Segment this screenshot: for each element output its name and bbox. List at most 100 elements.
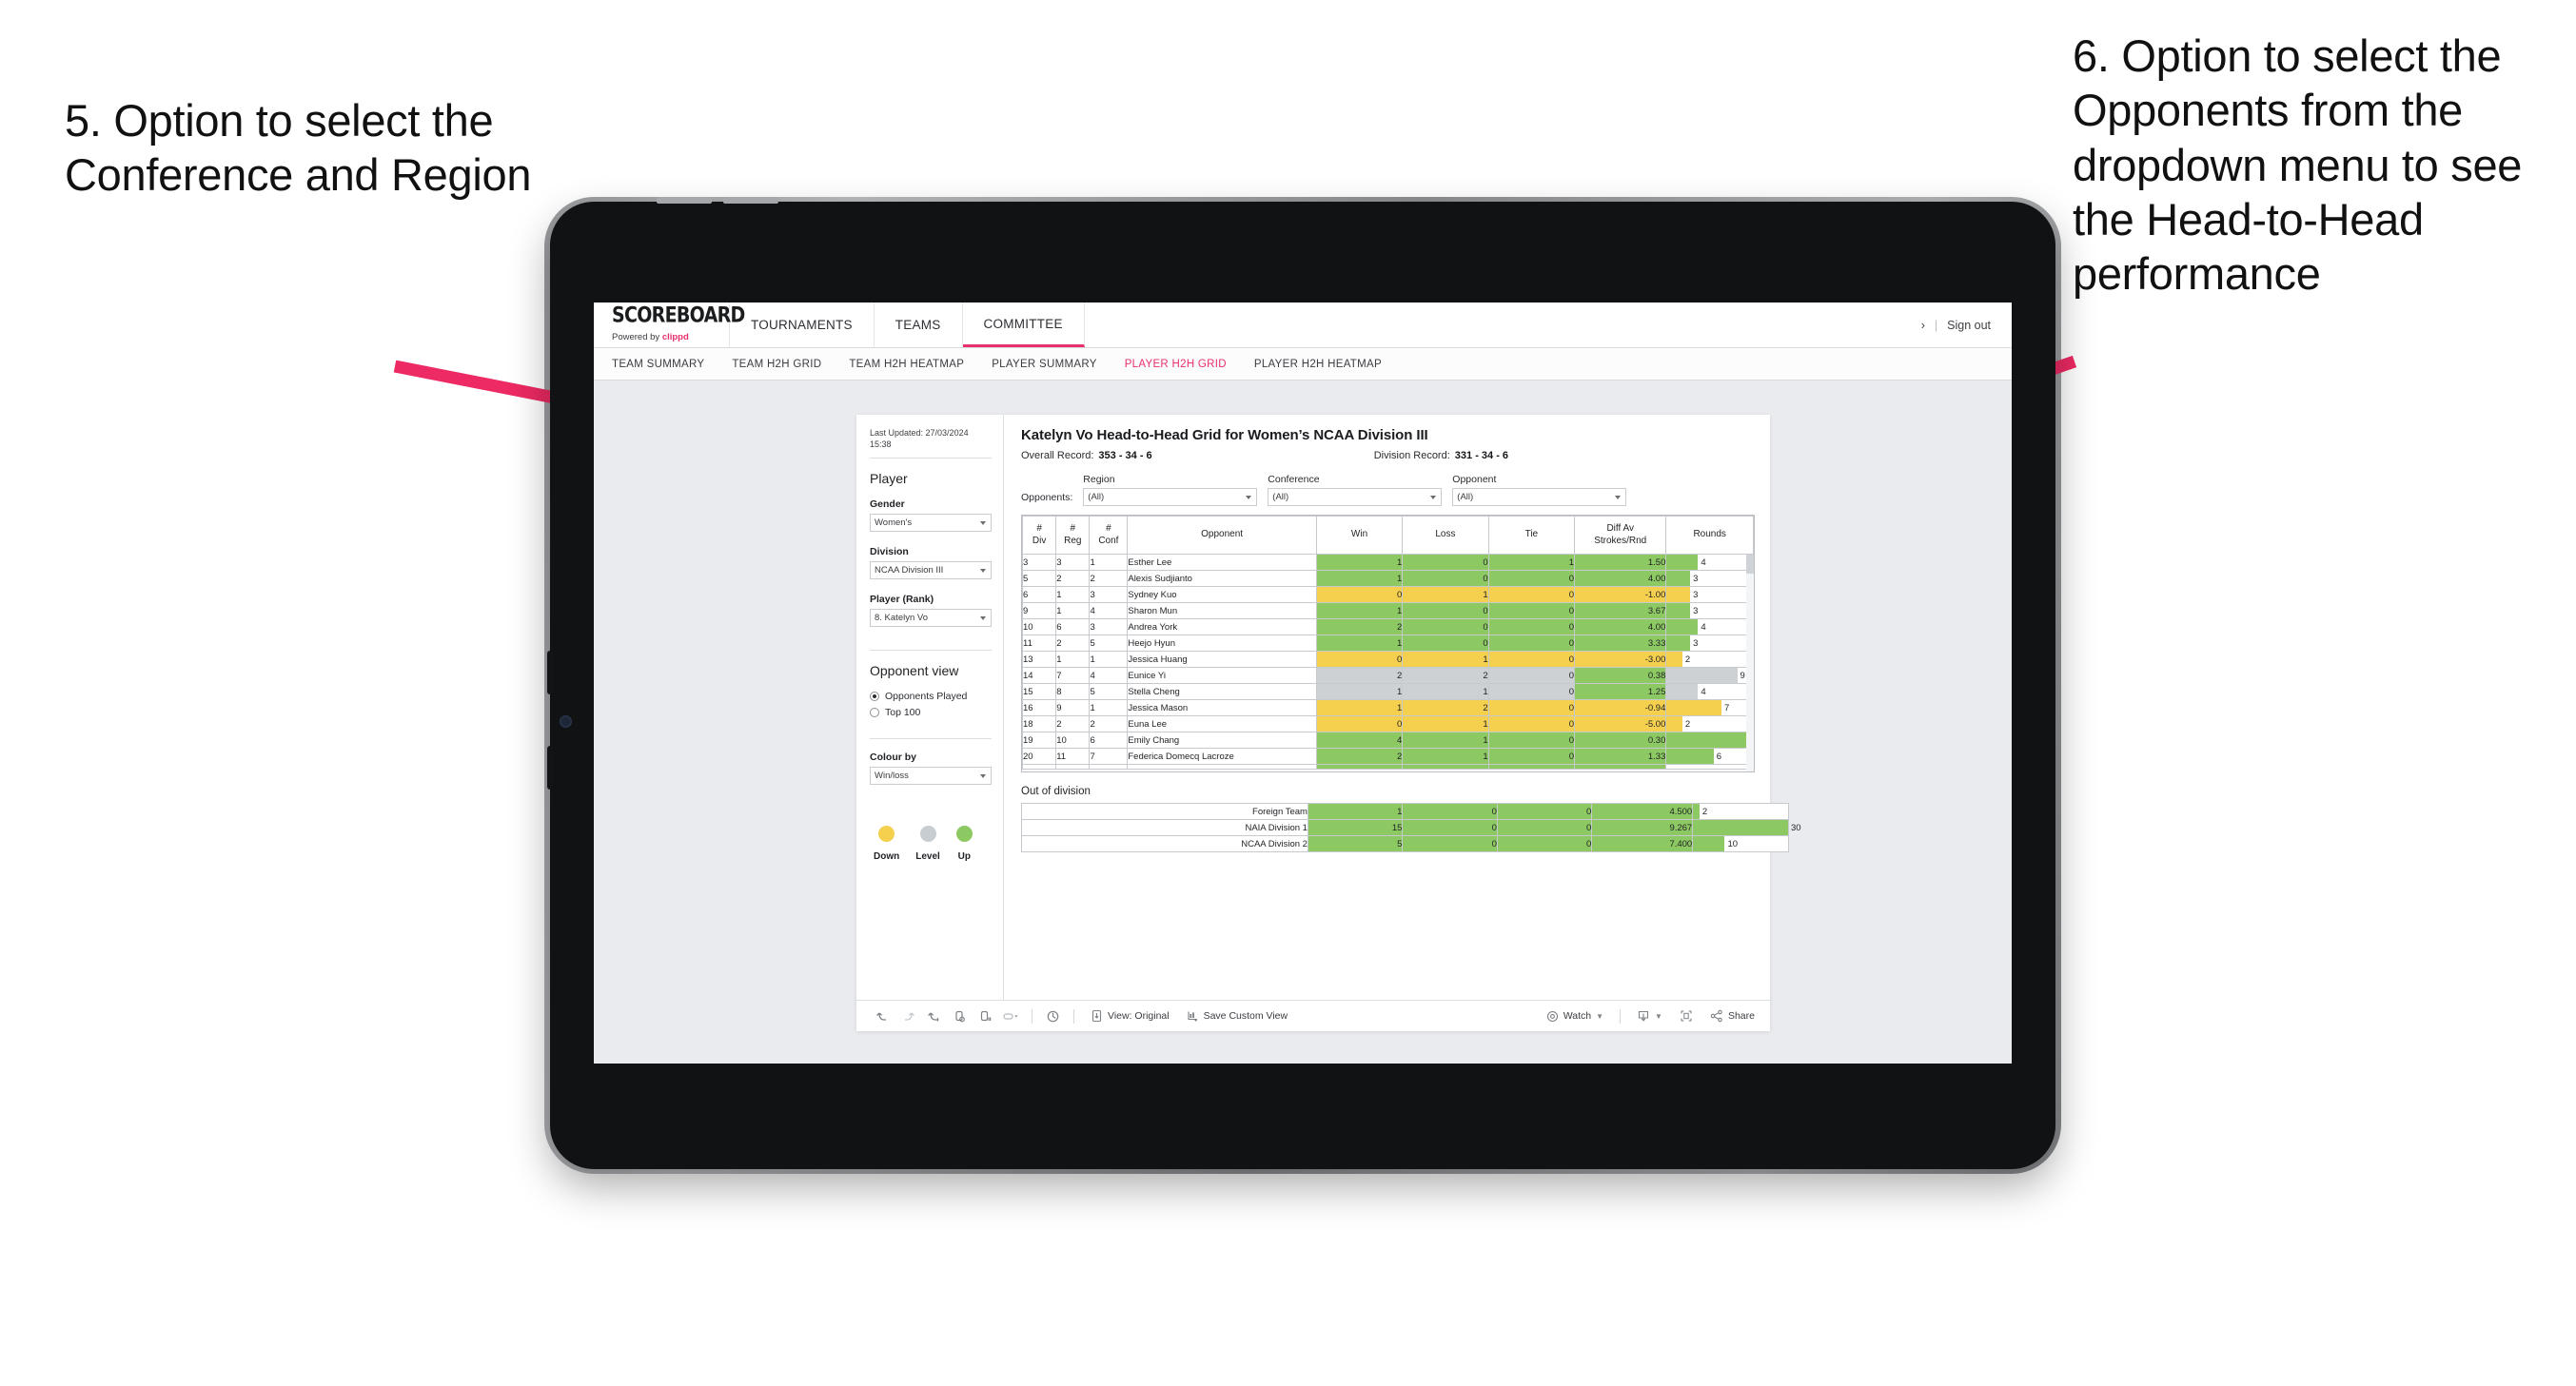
pause-auto-update-icon[interactable] <box>998 1009 1024 1024</box>
grid-cell: 1 <box>1402 651 1489 668</box>
subnav-player-h2h-grid[interactable]: PLAYER H2H GRID <box>1125 359 1227 370</box>
redo-icon[interactable] <box>895 1009 921 1024</box>
table-row[interactable]: 10 6 3 Andrea York 2 0 0 4.00 4 <box>1022 618 1754 635</box>
rounds-bar <box>1666 571 1691 586</box>
watch-button[interactable]: Watch ▼ <box>1538 1010 1612 1023</box>
filter-opponent-select[interactable]: (All) <box>1452 488 1627 506</box>
grid-cell: 7 <box>1055 667 1091 684</box>
grid-cell: Federica Domecq Lacroze <box>1127 748 1317 765</box>
radio-opponents-played[interactable]: Opponents Played <box>870 691 992 702</box>
pause-clock-icon[interactable] <box>1040 1009 1066 1024</box>
h2h-grid-container[interactable]: # Div # Reg # Conf Opponent Win Loss Tie Diff Av St… <box>1021 515 1755 772</box>
grid-cell: 0 <box>1487 634 1576 652</box>
save-custom-view-button[interactable]: Save Custom View <box>1178 1009 1297 1023</box>
grid-cell <box>1089 764 1129 770</box>
rounds-bar <box>1666 603 1691 618</box>
subnav-player-summary[interactable]: PLAYER SUMMARY <box>992 359 1097 370</box>
grid-cell: 0 <box>1315 586 1404 603</box>
grid-cell: 1 <box>1089 651 1129 668</box>
grid-cell: 1.50 <box>1574 554 1667 571</box>
grid-cell: Stella Cheng <box>1127 683 1317 700</box>
view-original-button[interactable]: View: Original <box>1082 1009 1178 1023</box>
ood-cell: 0 <box>1496 835 1593 852</box>
topnav-committee[interactable]: COMMITTEE <box>962 303 1085 347</box>
grid-col-header-7: Diff Av Strokes/Rnd <box>1574 516 1667 555</box>
table-row[interactable]: 6 1 3 Sydney Kuo 0 1 0 -1.00 3 <box>1022 586 1754 603</box>
subnav-team-h2h-grid[interactable]: TEAM H2H GRID <box>732 359 821 370</box>
subnav-team-summary[interactable]: TEAM SUMMARY <box>612 359 704 370</box>
grid-cell: 3 <box>1089 586 1129 603</box>
fullscreen-button[interactable] <box>1671 1009 1701 1023</box>
chevron-down-icon <box>980 568 986 573</box>
table-row[interactable]: 11 2 5 Heejo Hyun 1 0 0 3.33 3 <box>1022 634 1754 652</box>
account-chevron-icon[interactable]: › <box>1921 319 1925 332</box>
filter-division-select[interactable]: NCAA Division III <box>870 561 992 579</box>
table-row[interactable]: 5 2 2 Alexis Sudjianto 1 0 0 4.00 3 <box>1022 570 1754 587</box>
table-row[interactable]: 18 2 2 Euna Lee 0 1 0 -5.00 2 <box>1022 715 1754 732</box>
logo-wordmark: SCOREBOARD <box>612 303 745 327</box>
subnav-team-h2h-heatmap[interactable]: TEAM H2H HEATMAP <box>849 359 964 370</box>
topnav-tournaments[interactable]: TOURNAMENTS <box>730 303 875 347</box>
grid-cell: Eunice Yi <box>1127 667 1317 684</box>
grid-cell: 1 <box>1402 683 1489 700</box>
grid-cell: 10 <box>1055 732 1091 749</box>
grid-cell: -3.00 <box>1574 651 1667 668</box>
out-of-division-row[interactable]: Foreign Team 1 0 0 4.500 2 <box>1021 803 1789 820</box>
grid-cell-rounds: 4 <box>1665 554 1754 571</box>
grid-cell: 3.33 <box>1574 634 1667 652</box>
table-row[interactable]: 3 3 1 Esther Lee 1 0 1 1.50 4 <box>1022 554 1754 571</box>
sign-out-link[interactable]: Sign out <box>1947 319 1991 332</box>
undo-icon[interactable] <box>870 1009 895 1024</box>
grid-cell: 0 <box>1487 715 1576 732</box>
grid-cell: 3 <box>1089 618 1129 635</box>
grid-scrollbar[interactable] <box>1746 555 1754 771</box>
view-icon <box>1091 1009 1102 1023</box>
chevron-down-icon <box>980 773 986 778</box>
grid-cell: Sydney Kuo <box>1127 586 1317 603</box>
topnav-teams[interactable]: TEAMS <box>874 303 963 347</box>
revert-icon[interactable] <box>921 1009 947 1024</box>
table-row[interactable]: 19106Emily Chang4100.3011 <box>1022 732 1754 749</box>
table-row[interactable]: 9 1 4 Sharon Mun 1 0 0 3.67 3 <box>1022 602 1754 619</box>
table-row[interactable]: 15 8 5 Stella Cheng 1 1 0 1.25 4 <box>1022 683 1754 700</box>
grid-cell: 1 <box>1315 634 1404 652</box>
rounds-value: 2 <box>1684 654 1691 665</box>
radio-top-100[interactable]: Top 100 <box>870 707 992 718</box>
table-row[interactable]: 13 1 1 Jessica Huang 0 1 0 -3.00 2 <box>1022 651 1754 668</box>
app-logo[interactable]: SCOREBOARD Powered by clippd <box>594 303 745 347</box>
table-row[interactable]: 14 7 4 Eunice Yi 2 2 0 0.38 9 <box>1022 667 1754 684</box>
grid-cell: 0.30 <box>1574 732 1667 749</box>
download-button[interactable]: ▼ <box>1628 1009 1671 1023</box>
grid-cell: 2 <box>1402 699 1489 716</box>
sub-navigation-bar: TEAM SUMMARY TEAM H2H GRID TEAM H2H HEAT… <box>594 348 2012 381</box>
grid-cell: 2 <box>1089 570 1129 587</box>
grid-cell: 8 <box>1055 683 1091 700</box>
subnav-player-h2h-heatmap[interactable]: PLAYER H2H HEATMAP <box>1254 359 1382 370</box>
share-button[interactable]: Share <box>1701 1009 1770 1023</box>
legend-level-label: Level <box>915 851 940 862</box>
rounds-bar <box>1693 820 1788 835</box>
share-icon <box>1710 1009 1722 1023</box>
grid-scrollbar-thumb[interactable] <box>1746 555 1754 574</box>
filter-player-rank-select[interactable]: 8. Katelyn Vo <box>870 609 992 627</box>
out-of-division-row[interactable]: NCAA Division 2 5 0 0 7.400 10 <box>1021 835 1789 852</box>
table-row[interactable]: 20 11 7 Federica Domecq Lacroze 2 1 0 1.33 6 <box>1022 748 1754 765</box>
filter-conference-select[interactable]: (All) <box>1268 488 1443 506</box>
filter-region-select[interactable]: (All) <box>1083 488 1258 506</box>
out-of-division-title: Out of division <box>1021 786 1091 797</box>
grid-cell: 2 <box>1315 748 1404 765</box>
out-of-division-row[interactable]: NAIA Division 1 15 0 0 9.267 30 <box>1021 819 1801 836</box>
pause-data-icon[interactable] <box>973 1009 998 1024</box>
filter-player-rank: Player (Rank) 8. Katelyn Vo <box>870 594 992 627</box>
filter-colour-by-select[interactable]: Win/loss <box>870 767 992 785</box>
grid-cell: 1 <box>1315 683 1404 700</box>
filter-opponent-value: (All) <box>1457 492 1474 502</box>
refresh-data-icon[interactable] <box>947 1009 973 1024</box>
filter-gender-select[interactable]: Women's <box>870 514 992 532</box>
grid-cell: 1 <box>1402 732 1489 749</box>
rounds-value: 6 <box>1716 751 1722 762</box>
grid-cell <box>1127 764 1317 770</box>
table-row[interactable]: 16 9 1 Jessica Mason 1 2 0 -0.94 7 <box>1022 699 1754 716</box>
grid-cell: 0 <box>1315 715 1404 732</box>
rounds-bar <box>1666 635 1691 651</box>
